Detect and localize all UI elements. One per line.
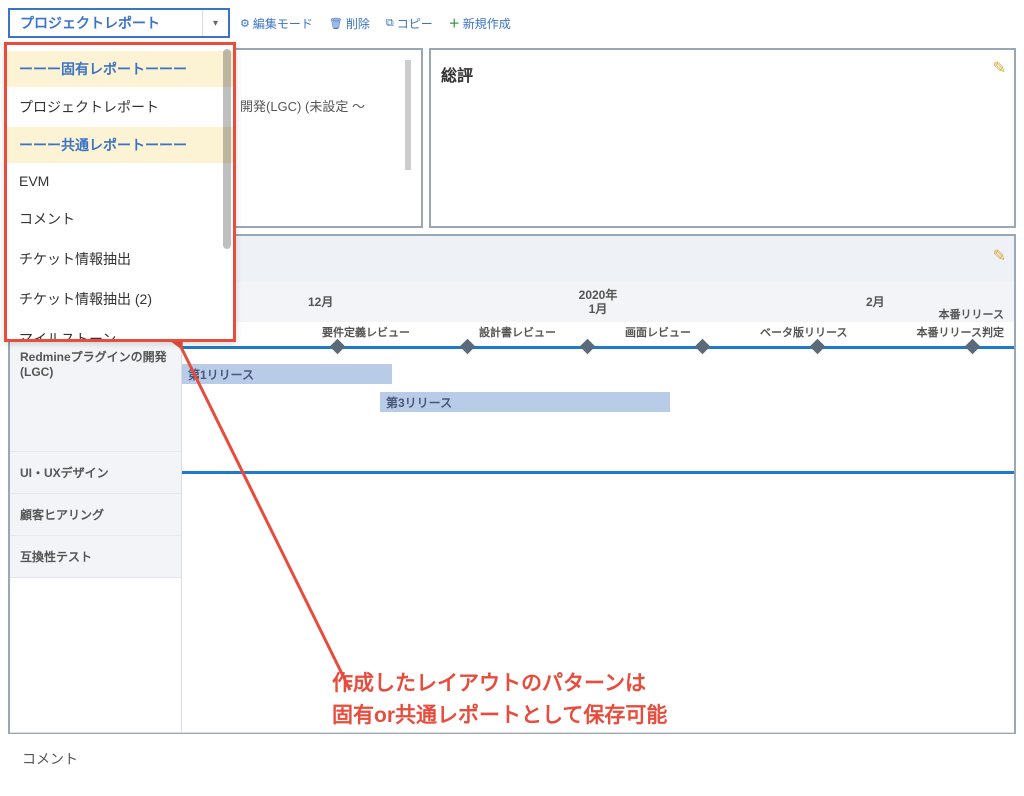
- plus-icon: ＋: [449, 15, 460, 31]
- copy-icon: ⧉: [386, 17, 394, 30]
- scrollbar[interactable]: [223, 49, 231, 249]
- dropdown-item[interactable]: EVM: [7, 163, 233, 199]
- milestone-diamond-icon: [330, 339, 346, 355]
- chevron-down-icon: ▾: [202, 10, 228, 36]
- milestone-label: 画面レビュー: [625, 324, 691, 340]
- dropdown-item[interactable]: マイルストーン: [7, 319, 233, 342]
- dropdown-header-specific: ーーー固有レポートーーー: [7, 51, 233, 87]
- trash-icon: 🗑: [329, 17, 343, 30]
- milestone-label: 本番リリース: [939, 306, 1004, 322]
- summary-title: 総評: [441, 62, 1004, 86]
- annotation-text: 作成したレイアウトのパターンは 固有or共通レポートとして保存可能: [332, 668, 667, 731]
- edit-mode-button[interactable]: ⚙ 編集モード: [234, 15, 319, 32]
- milestone-label: 設計書レビュー: [479, 324, 556, 340]
- pencil-icon[interactable]: ✎: [993, 58, 1006, 78]
- dropdown-item[interactable]: プロジェクトレポート: [7, 87, 233, 127]
- milestone-diamond-icon: [965, 339, 981, 355]
- gantt-bar[interactable]: 第3リリース: [380, 392, 670, 412]
- milestone-diamond-icon: [695, 339, 711, 355]
- milestone-label: ベータ版リリース: [760, 324, 847, 340]
- copy-button[interactable]: ⧉ コピー: [380, 15, 439, 32]
- gantt-row: [182, 452, 1014, 494]
- delete-button[interactable]: 🗑 削除: [323, 15, 376, 32]
- milestone-diamond-icon: [810, 339, 826, 355]
- timeline-months: 12月 2020年 1月 2月: [182, 282, 1014, 322]
- report-dropdown[interactable]: プロジェクトレポート ▾: [8, 8, 230, 38]
- pencil-icon[interactable]: ✎: [993, 246, 1006, 266]
- report-dropdown-label: プロジェクトレポート: [10, 13, 202, 33]
- comment-label: コメント: [10, 732, 1014, 785]
- summary-panel: ✎ 総評: [429, 48, 1016, 228]
- milestone-label: 要件定義レビュー: [322, 324, 410, 340]
- dropdown-header-common: ーーー共通レポートーーー: [7, 127, 233, 163]
- gear-icon: ⚙: [240, 17, 250, 30]
- gantt-row: [182, 536, 1014, 578]
- milestone-diamond-icon: [460, 339, 476, 355]
- gantt-row: [182, 494, 1014, 536]
- gantt-row: 要件定義レビュー 設計書レビュー 画面レビュー ベータ版リリース 本番リリース判…: [182, 322, 1014, 452]
- timeline-row-label: 顧客ヒアリング: [10, 494, 181, 536]
- timeline-row-label: 互換性テスト: [10, 536, 181, 578]
- milestone-label: 本番リリース判定: [917, 324, 1004, 340]
- new-button[interactable]: ＋ 新規作成: [443, 15, 517, 32]
- dropdown-item[interactable]: チケット情報抽出 (2): [7, 279, 233, 319]
- timeline-row-label: UI・UXデザイン: [10, 452, 181, 494]
- project-line: 開発(LGC) (未設定 〜: [240, 90, 397, 121]
- dropdown-item[interactable]: コメント: [7, 199, 233, 239]
- report-dropdown-list[interactable]: ーーー固有レポートーーー プロジェクトレポート ーーー共通レポートーーー EVM…: [4, 42, 236, 342]
- gantt-bar[interactable]: 第1リリース: [182, 364, 392, 384]
- dropdown-item[interactable]: チケット情報抽出: [7, 239, 233, 279]
- gantt-baseline: [182, 346, 1014, 349]
- milestone-diamond-icon: [580, 339, 596, 355]
